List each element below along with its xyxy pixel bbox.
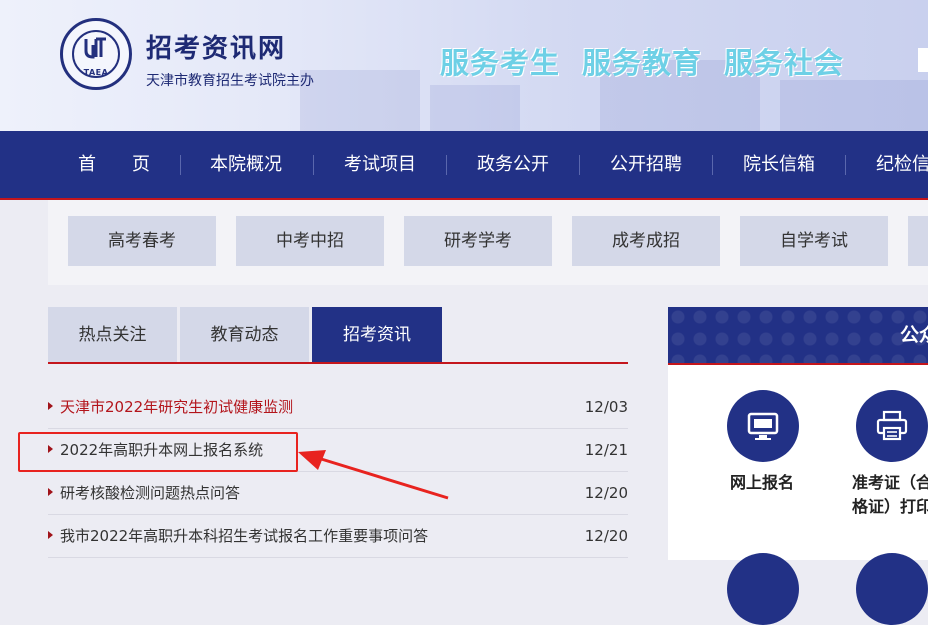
subnav-zixue[interactable]: 自学考试 [740, 216, 888, 266]
nav-divider [579, 155, 580, 175]
nav-item-about[interactable]: 本院概况 [210, 131, 282, 198]
subnav-gaokao[interactable]: 高考春考 [68, 216, 216, 266]
slogan-2: 服务教育 [582, 46, 703, 80]
tab-education-news[interactable]: 教育动态 [180, 307, 309, 363]
public-services-header: 公众 [668, 307, 928, 365]
printer-icon[interactable] [856, 390, 928, 462]
slogan-1: 服务考生 [440, 46, 561, 80]
site-title[interactable]: 招考资讯网 [146, 28, 286, 65]
site-subtitle: 天津市教育招生考试院主办 [146, 73, 314, 89]
nav-divider [313, 155, 314, 175]
service-icon[interactable] [727, 553, 799, 625]
logo-abbr: TAEA [83, 68, 109, 77]
subnav-yankao[interactable]: 研考学考 [404, 216, 552, 266]
nav-divider [446, 155, 447, 175]
tab-hot-topics[interactable]: 热点关注 [48, 307, 177, 363]
news-item[interactable]: 天津市2022年研究生初试健康监测 12/03 [48, 386, 628, 429]
nav-item-exams[interactable]: 考试项目 [344, 131, 416, 198]
header-slogan: 服务考生 服务教育 服务社会 [440, 40, 866, 82]
logo-mark-icon [84, 37, 106, 59]
news-date: 12/21 [584, 441, 628, 459]
nav-item-mailbox[interactable]: 院长信箱 [743, 131, 815, 198]
news-date: 12/03 [584, 398, 628, 416]
service-label-online-registration[interactable]: 网上报名 [730, 469, 794, 493]
main-nav: 首 页 本院概况 考试项目 政务公开 公开招聘 院长信箱 纪检信 [0, 131, 928, 200]
nav-divider [180, 155, 181, 175]
tab-admission-info[interactable]: 招考资讯 [312, 307, 442, 363]
news-item[interactable]: 我市2022年高职升本科招生考试报名工作重要事项问答 12/20 [48, 515, 628, 558]
panel-title: 公众 [900, 324, 928, 346]
slogan-3: 服务社会 [724, 46, 845, 80]
tab-underline [48, 362, 628, 364]
subnav-chengkao[interactable]: 成考成招 [572, 216, 720, 266]
news-title[interactable]: 天津市2022年研究生初试健康监测 [60, 386, 293, 429]
nav-item-discipline[interactable]: 纪检信 [876, 131, 928, 198]
site-header: TAEA 招考资讯网 天津市教育招生考试院主办 服务考生 服务教育 服务社会 [0, 0, 928, 131]
site-logo[interactable]: TAEA [60, 18, 132, 90]
news-date: 12/20 [584, 484, 628, 502]
nav-divider [712, 155, 713, 175]
sub-nav: 高考春考 中考中招 研考学考 成考成招 自学考试 [48, 200, 928, 285]
news-date: 12/20 [584, 527, 628, 545]
bullet-arrow-icon [48, 531, 53, 539]
bullet-arrow-icon [48, 488, 53, 496]
annotation-arrow-icon [298, 450, 449, 500]
public-services-panel: 网上报名 准考证（合 格证）打印 [668, 365, 928, 625]
news-title[interactable]: 研考核酸检测问题热点问答 [60, 472, 240, 515]
service-label-admit-card-line2[interactable]: 格证）打印 [852, 493, 928, 517]
monitor-icon[interactable] [727, 390, 799, 462]
subnav-more[interactable] [908, 216, 928, 266]
bullet-arrow-icon [48, 402, 53, 410]
nav-item-home[interactable]: 首 页 [78, 131, 150, 198]
nav-item-recruit[interactable]: 公开招聘 [610, 131, 682, 198]
service-icon[interactable] [856, 553, 928, 625]
nav-item-affairs[interactable]: 政务公开 [477, 131, 549, 198]
header-search-edge[interactable] [918, 48, 928, 72]
nav-divider [845, 155, 846, 175]
annotation-highlight-box [18, 432, 298, 472]
news-title[interactable]: 我市2022年高职升本科招生考试报名工作重要事项问答 [60, 515, 428, 558]
service-label-admit-card-line1[interactable]: 准考证（合 [852, 469, 928, 493]
cloud-pattern [668, 307, 928, 363]
subnav-zhongkao[interactable]: 中考中招 [236, 216, 384, 266]
